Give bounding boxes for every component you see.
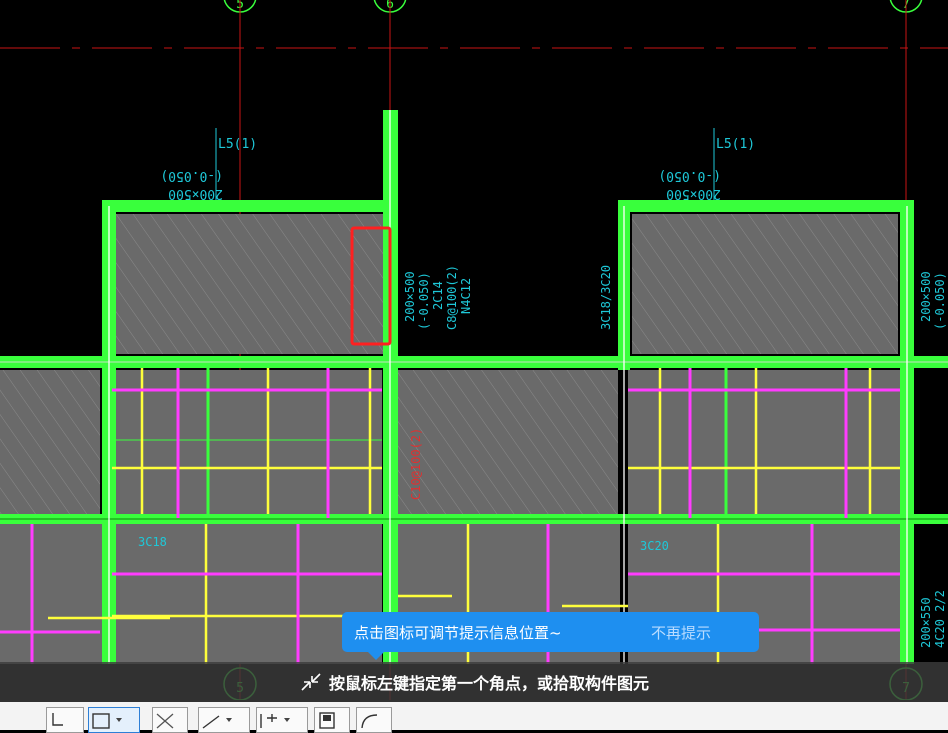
tooltip-arrow [368, 652, 384, 660]
cross-delete-icon [156, 713, 174, 729]
svg-text:200×550: 200×550 [919, 597, 933, 648]
point-select-button[interactable] [46, 707, 84, 733]
svg-text:200×500: 200×500 [919, 271, 933, 322]
status-text: 按鼠标左键指定第一个角点，或拾取构件图元 [328, 674, 649, 693]
right-bottom-annotation: 200×550 4C20 2/2 [919, 590, 947, 648]
svg-text:L5(1): L5(1) [218, 137, 257, 152]
insert-icon [260, 714, 277, 728]
arc-tool-button[interactable] [356, 707, 392, 733]
svg-text:(-0.050): (-0.050) [933, 272, 947, 330]
svg-text:200×500: 200×500 [666, 186, 721, 201]
chevron-down-icon [226, 718, 232, 722]
svg-text:C8@100(2): C8@100(2) [445, 265, 459, 330]
svg-text:(-0.050): (-0.050) [417, 272, 431, 330]
rebar-annotation: 3C18 [138, 535, 167, 549]
hint-tooltip[interactable]: 点击图标可调节提示信息位置~ 不再提示 [342, 612, 759, 660]
rebar-annotation: 3C20 [640, 539, 669, 553]
dont-show-again-link[interactable]: 不再提示 [651, 622, 747, 643]
save-view-icon [319, 712, 335, 729]
shrink-corner-icon[interactable] [299, 670, 323, 694]
save-view-button[interactable] [314, 707, 350, 733]
chevron-down-icon [116, 718, 122, 722]
rect-select-icon [92, 713, 110, 729]
svg-text:(-0.050): (-0.050) [658, 168, 721, 183]
svg-text:200×500: 200×500 [403, 271, 417, 322]
insert-button[interactable] [256, 707, 308, 733]
hint-message: 点击图标可调节提示信息位置~ [354, 623, 562, 642]
point-select-icon [52, 713, 63, 726]
stirrup-annotation: C10@100(2) [409, 428, 423, 500]
cad-canvas[interactable]: 5 6 7 [0, 0, 948, 700]
cross-delete-button[interactable] [152, 707, 188, 733]
svg-text:2C14: 2C14 [431, 281, 445, 310]
svg-text:200×500: 200×500 [168, 186, 223, 201]
right-beam-annotation: 200×500 (-0.050) [919, 271, 947, 330]
bottom-toolbar [0, 702, 948, 733]
line-draw-button[interactable] [198, 707, 250, 733]
rebar-annotation: 3C18/3C20 [599, 265, 613, 330]
line-draw-icon [202, 715, 220, 729]
command-status-bar: 按鼠标左键指定第一个角点，或拾取构件图元 [0, 662, 948, 702]
chevron-down-icon [284, 718, 290, 722]
svg-text:N4C12: N4C12 [459, 278, 473, 314]
svg-text:L5(1): L5(1) [716, 137, 755, 152]
svg-text:(-0.050): (-0.050) [160, 168, 223, 183]
svg-text:4C20 2/2: 4C20 2/2 [933, 590, 947, 648]
arc-tool-icon [361, 714, 378, 729]
rect-select-button[interactable] [88, 707, 140, 733]
